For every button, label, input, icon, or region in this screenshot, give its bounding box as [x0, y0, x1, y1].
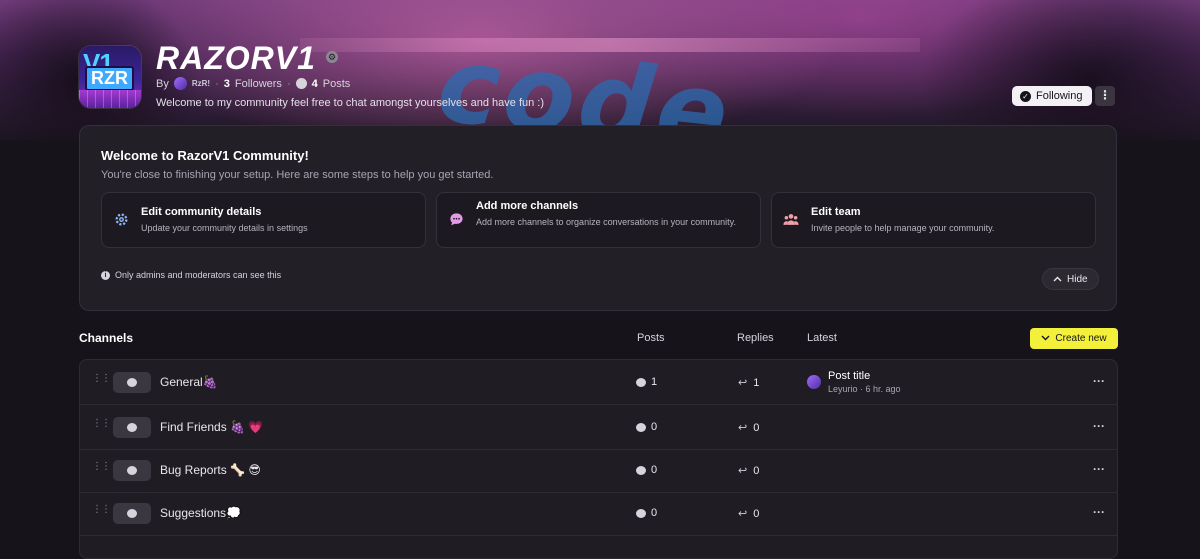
drag-handle-icon[interactable]: ⋮⋮	[92, 462, 111, 472]
channel-row-suggestions[interactable]: ⋮⋮ Suggestions💭 0 ↩ 0 ···	[80, 491, 1117, 536]
channel-row-bug-reports[interactable]: ⋮⋮ Bug Reports 🦴 😎 0 ↩ 0 ···	[80, 448, 1117, 493]
latest-post-title[interactable]: Post title	[828, 370, 870, 382]
gear-icon	[113, 211, 129, 227]
channel-type-chat-icon	[113, 417, 151, 438]
row-more-options-icon[interactable]: ···	[1093, 374, 1105, 388]
drag-handle-icon[interactable]: ⋮⋮	[92, 419, 111, 429]
step-description: Update your community details in setting…	[141, 223, 308, 233]
channel-posts-count: 1	[636, 376, 657, 388]
channel-type-chat-icon	[113, 372, 151, 393]
channel-name[interactable]: Find Friends 🍇 💗	[160, 420, 263, 434]
channel-name[interactable]: Bug Reports 🦴 😎	[160, 463, 261, 477]
followers-label[interactable]: Followers	[235, 78, 282, 90]
reply-arrow-icon: ↩	[738, 508, 748, 520]
step-edit-community-details[interactable]: Edit community details Update your commu…	[101, 192, 426, 248]
step-add-more-channels[interactable]: Add more channels Add more channels to o…	[436, 192, 761, 248]
channel-replies-count: ↩ 1	[738, 376, 760, 390]
following-button[interactable]: ✓ Following	[1012, 86, 1093, 106]
step-description: Add more channels to organize conversati…	[476, 217, 736, 227]
step-title: Edit community details	[141, 206, 262, 218]
chevron-down-icon	[1041, 333, 1050, 344]
reply-arrow-icon: ↩	[738, 377, 748, 389]
channel-type-chat-icon	[113, 460, 151, 481]
channel-replies-count: ↩ 0	[738, 464, 760, 478]
step-title: Add more channels	[476, 200, 579, 212]
followers-count: 3	[223, 77, 230, 90]
channel-name[interactable]: General🍇	[160, 375, 218, 389]
posts-label: Posts	[322, 77, 351, 90]
row-more-options-icon[interactable]: ···	[1093, 462, 1105, 476]
admins-visibility-note: i Only admins and moderators can see thi…	[101, 270, 281, 280]
community-description: Welcome to my community feel free to cha…	[156, 97, 545, 109]
team-icon	[783, 211, 799, 227]
chat-bubble-icon	[636, 377, 646, 387]
chevron-up-icon	[1053, 274, 1062, 285]
chat-bubble-icon	[636, 422, 646, 432]
channel-replies-count: ↩ 0	[738, 421, 760, 435]
setup-heading: Welcome to RazorV1 Community!	[101, 148, 309, 163]
latest-author-avatar	[807, 375, 821, 389]
chat-bubble-icon	[636, 465, 646, 475]
channel-posts-count: 0	[636, 507, 657, 519]
channels-heading: Channels	[79, 331, 134, 345]
community-title: RAZORV1	[156, 40, 316, 76]
step-title: Edit team	[811, 206, 861, 218]
column-header-latest: Latest	[807, 332, 837, 344]
owner-avatar[interactable]	[173, 77, 187, 90]
posts-count: 4	[311, 77, 318, 90]
channel-row-find-friends[interactable]: ⋮⋮ Find Friends 🍇 💗 0 ↩ 0 ···	[80, 405, 1117, 450]
info-icon: i	[101, 270, 110, 280]
channels-table: ⋮⋮ General🍇 1 ↩ 1 Post title Leyurio · 6 …	[79, 359, 1118, 559]
more-options-button[interactable]: ⋮	[1095, 86, 1115, 106]
reply-arrow-icon: ↩	[738, 465, 748, 477]
channel-posts-count: 0	[636, 421, 657, 433]
chat-bubble-icon	[636, 508, 646, 518]
drag-handle-icon[interactable]: ⋮⋮	[92, 374, 111, 384]
posts-bubble-icon	[295, 78, 307, 89]
chat-icon	[448, 211, 464, 227]
create-new-button[interactable]: Create new	[1030, 328, 1118, 349]
step-description: Invite people to help manage your commun…	[811, 223, 995, 233]
channel-replies-count: ↩ 0	[738, 507, 760, 521]
hide-button[interactable]: Hide	[1042, 268, 1099, 290]
step-edit-team[interactable]: Edit team Invite people to help manage y…	[771, 192, 1096, 248]
community-meta: By RzR! · 3 Followers · 4 Posts	[156, 77, 351, 90]
setup-card: Welcome to RazorV1 Community! You're clo…	[79, 125, 1117, 311]
owner-name[interactable]: RzR!	[192, 79, 210, 88]
row-more-options-icon[interactable]: ···	[1093, 419, 1105, 433]
community-avatar: V1 RZR	[79, 46, 141, 108]
column-header-replies: Replies	[737, 332, 774, 344]
setup-subheading: You're close to finishing your setup. He…	[101, 169, 494, 181]
check-circle-icon: ✓	[1020, 90, 1031, 102]
channel-row-general[interactable]: ⋮⋮ General🍇 1 ↩ 1 Post title Leyurio · 6 …	[80, 360, 1117, 405]
channel-posts-count: 0	[636, 464, 657, 476]
latest-post-meta: Leyurio · 6 hr. ago	[828, 384, 901, 394]
reply-arrow-icon: ↩	[738, 422, 748, 434]
column-header-posts: Posts	[637, 332, 665, 344]
by-label: By	[156, 77, 169, 90]
row-more-options-icon[interactable]: ···	[1093, 505, 1105, 519]
channel-name[interactable]: Suggestions💭	[160, 506, 241, 520]
channel-type-chat-icon	[113, 503, 151, 524]
settings-badge-icon[interactable]: ⚙	[326, 51, 338, 63]
drag-handle-icon[interactable]: ⋮⋮	[92, 505, 111, 515]
